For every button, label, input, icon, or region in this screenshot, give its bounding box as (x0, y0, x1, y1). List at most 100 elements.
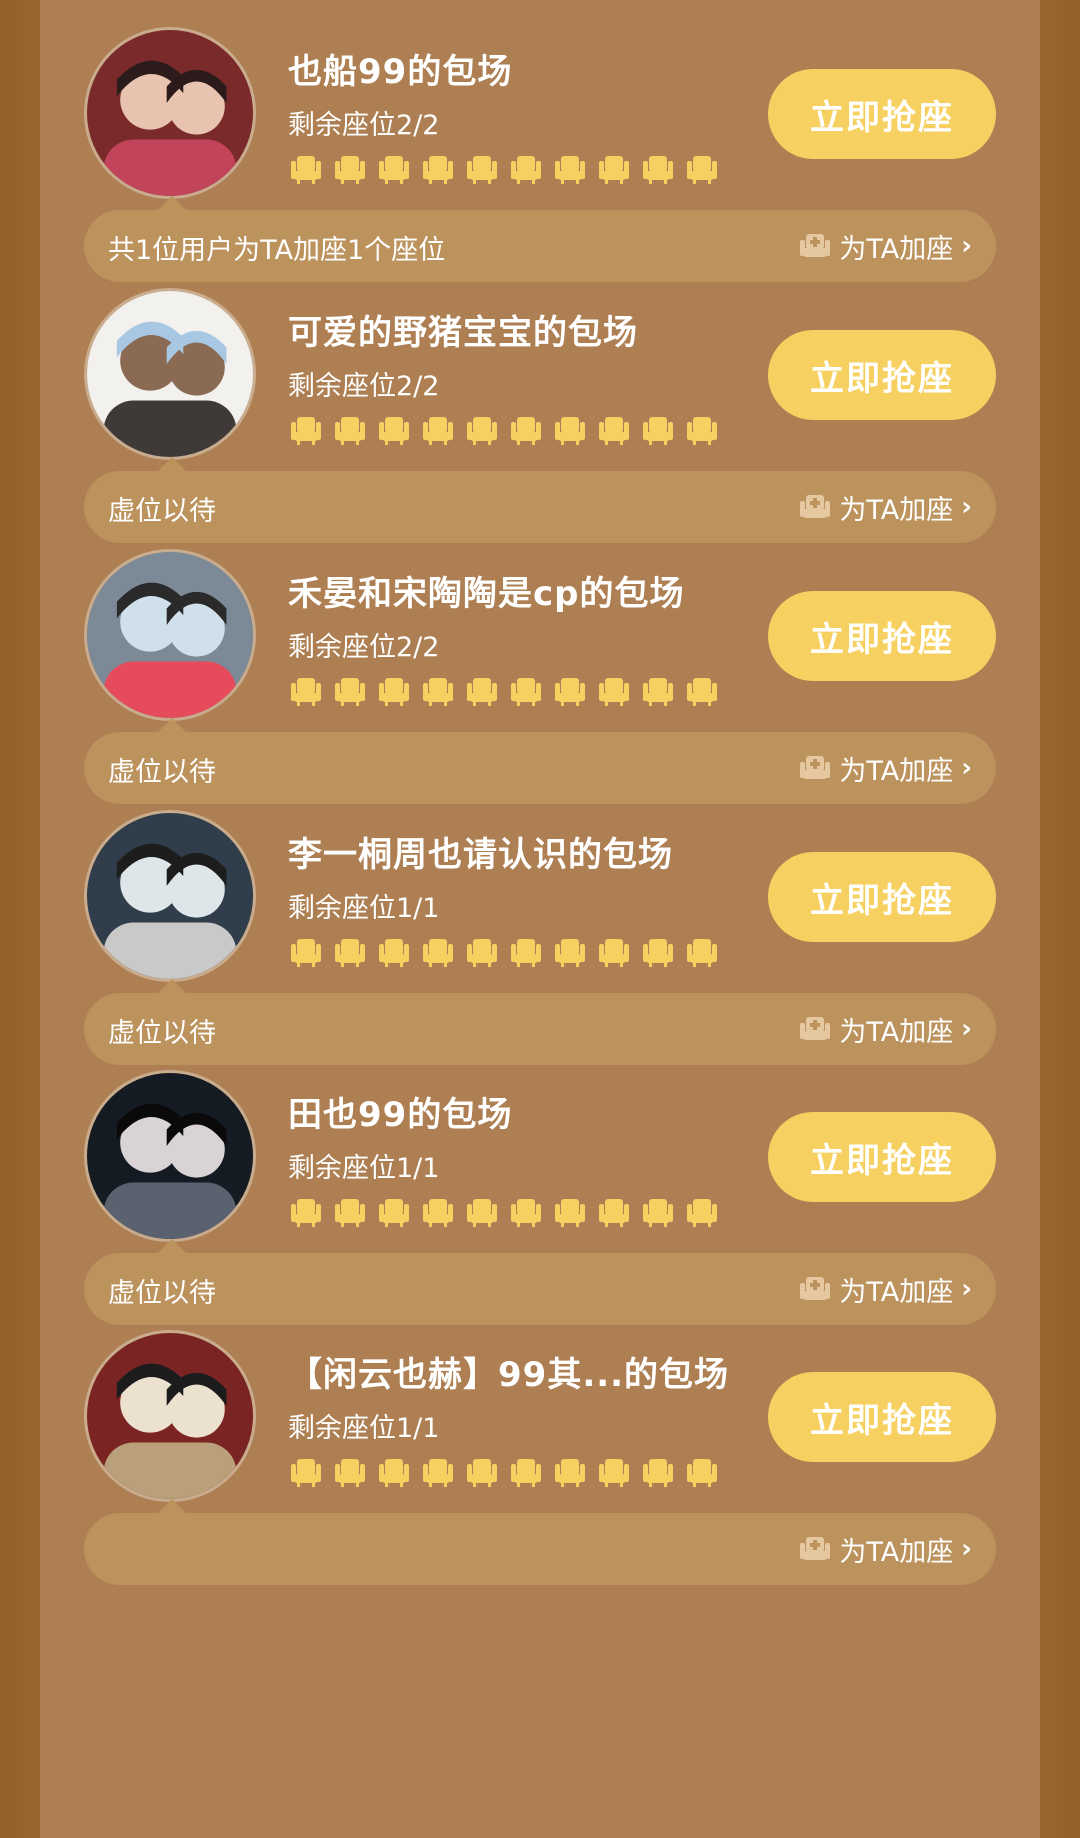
chevron-right-icon: › (961, 1534, 972, 1564)
session-title: 也船99的包场 (288, 52, 513, 92)
add-seat-icon (797, 228, 833, 264)
grab-seat-button[interactable]: 立即抢座 (768, 69, 996, 159)
seat-icon (596, 934, 632, 970)
seat-icon (332, 151, 368, 187)
session-list-panel: 也船99的包场 剩余座位2/2 立即抢座 共1位用户为TA加座1个座位 为TA加座 › 可爱… (40, 0, 1040, 1838)
seat-icon (288, 412, 324, 448)
grab-seat-button[interactable]: 立即抢座 (768, 591, 996, 681)
seat-icon (464, 151, 500, 187)
seat-icon (332, 1194, 368, 1230)
add-seat-icon (797, 1271, 833, 1307)
add-seat-label: 为TA加座 (839, 1536, 954, 1568)
seat-icon (508, 1454, 544, 1490)
seat-icon (684, 1454, 720, 1490)
seat-icon (376, 1454, 412, 1490)
seat-icon (596, 673, 632, 709)
seat-icon (464, 1194, 500, 1230)
seat-icon (464, 673, 500, 709)
seat-icon (640, 1194, 676, 1230)
add-seat-icon (797, 489, 833, 525)
seat-icon (552, 412, 588, 448)
seat-icon (508, 412, 544, 448)
grab-seat-button[interactable]: 立即抢座 (768, 330, 996, 420)
seat-icon (640, 412, 676, 448)
seat-icon (288, 151, 324, 187)
seat-icon (552, 934, 588, 970)
seat-row (288, 934, 720, 970)
seat-icon (332, 412, 368, 448)
seat-icon (288, 1194, 324, 1230)
seat-icon (464, 934, 500, 970)
grab-seat-button[interactable]: 立即抢座 (768, 1372, 996, 1462)
add-seat-icon (797, 750, 833, 786)
avatar[interactable] (84, 288, 256, 460)
seat-icon (332, 673, 368, 709)
grab-seat-button[interactable]: 立即抢座 (768, 1112, 996, 1202)
seat-icon (508, 673, 544, 709)
seat-icon (464, 1454, 500, 1490)
seat-row (288, 412, 720, 448)
session-title: 田也99的包场 (288, 1095, 513, 1135)
bar-pointer (158, 457, 186, 471)
bar-pointer (158, 1499, 186, 1513)
bar-pointer (158, 196, 186, 210)
avatar[interactable] (84, 810, 256, 982)
seat-icon (640, 151, 676, 187)
seat-icon (684, 151, 720, 187)
chevron-right-icon: › (961, 231, 972, 261)
session-title: 【闲云也赫】99其...的包场 (288, 1355, 730, 1395)
seat-icon (552, 1454, 588, 1490)
session-title: 可爱的野猪宝宝的包场 (288, 313, 638, 353)
session-title: 禾晏和宋陶陶是cp的包场 (288, 574, 685, 614)
grab-seat-button[interactable]: 立即抢座 (768, 852, 996, 942)
seat-icon (288, 673, 324, 709)
remaining-seats: 剩余座位1/1 (288, 893, 440, 924)
remaining-seats: 剩余座位2/2 (288, 371, 440, 402)
remaining-seats: 剩余座位2/2 (288, 632, 440, 663)
remaining-seats: 剩余座位1/1 (288, 1153, 440, 1184)
seat-icon (684, 934, 720, 970)
seat-icon (596, 1454, 632, 1490)
add-seat-icon (797, 1011, 833, 1047)
seat-icon (640, 673, 676, 709)
seat-icon (508, 1194, 544, 1230)
avatar[interactable] (84, 27, 256, 199)
seat-icon (684, 412, 720, 448)
seat-row (288, 151, 720, 187)
seat-icon (640, 934, 676, 970)
seat-icon (376, 412, 412, 448)
seat-icon (684, 1194, 720, 1230)
seat-row (288, 1194, 720, 1230)
seat-icon (420, 934, 456, 970)
chevron-right-icon: › (961, 753, 972, 783)
chevron-right-icon: › (961, 1014, 972, 1044)
session-card: 【闲云也赫】99其...的包场剩余座位1/1 立即抢座为TA加座 › (40, 1303, 1040, 1609)
seat-row (288, 673, 720, 709)
seat-icon (288, 934, 324, 970)
seat-icon (420, 1454, 456, 1490)
seat-icon (552, 1194, 588, 1230)
add-seat-icon (797, 1531, 833, 1567)
session-title: 李一桐周也请认识的包场 (288, 835, 673, 875)
add-seat-label: 为TA加座 (839, 233, 954, 265)
chevron-right-icon: › (961, 1274, 972, 1304)
seat-icon (420, 151, 456, 187)
add-seat-link[interactable]: 为TA加座 › (797, 1527, 972, 1571)
seat-icon (332, 1454, 368, 1490)
seat-icon (376, 1194, 412, 1230)
seat-icon (596, 1194, 632, 1230)
avatar[interactable] (84, 1330, 256, 1502)
remaining-seats: 剩余座位2/2 (288, 110, 440, 141)
add-seat-label: 为TA加座 (839, 755, 954, 787)
remaining-seats: 剩余座位1/1 (288, 1413, 440, 1444)
seat-icon (684, 673, 720, 709)
avatar[interactable] (84, 1070, 256, 1242)
seat-icon (508, 151, 544, 187)
seat-icon (596, 151, 632, 187)
seat-icon (640, 1454, 676, 1490)
avatar[interactable] (84, 549, 256, 721)
seat-icon (508, 934, 544, 970)
seat-icon (376, 151, 412, 187)
page-frame: 也船99的包场 剩余座位2/2 立即抢座 共1位用户为TA加座1个座位 为TA加座 › 可爱… (0, 0, 1080, 1838)
chevron-right-icon: › (961, 492, 972, 522)
